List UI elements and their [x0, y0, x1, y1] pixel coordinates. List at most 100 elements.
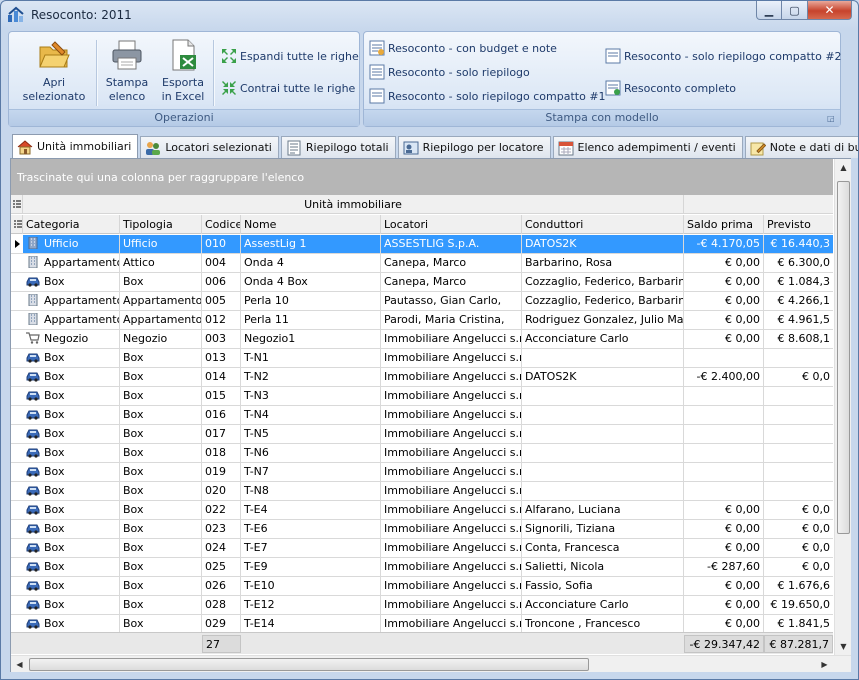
table-row[interactable]: Box Box 015 T-N3 Immobiliare Angelucci s.r.l…: [11, 387, 833, 406]
cell-codice[interactable]: 023: [202, 520, 241, 538]
cell-nome[interactable]: T-N3: [241, 387, 381, 405]
cell-categoria[interactable]: Negozio: [23, 330, 120, 348]
cell-saldo-prima[interactable]: [684, 349, 764, 367]
stampa-elenco-button[interactable]: Stampa elenco: [103, 38, 151, 104]
vertical-scrollbar[interactable]: ▲ ▼: [834, 159, 851, 655]
tab-locatori-selezionati[interactable]: Locatori selezionati: [140, 136, 279, 158]
cell-locatori[interactable]: Immobiliare Angelucci s.r.l.: [381, 596, 522, 614]
cell-conduttori[interactable]: Cozzaglio, Federico, Barbarino,: [522, 273, 684, 291]
cell-categoria[interactable]: Box: [23, 406, 120, 424]
cell-tipologia[interactable]: Box: [120, 539, 202, 557]
cell-codice[interactable]: 029: [202, 615, 241, 632]
scroll-left-icon[interactable]: ◀: [11, 656, 28, 673]
tab-riepilogo-totali[interactable]: Riepilogo totali: [280, 136, 396, 158]
cell-tipologia[interactable]: Box: [120, 368, 202, 386]
cell-nome[interactable]: AssestLig 1: [241, 235, 381, 253]
cell-nome[interactable]: Perla 11: [241, 311, 381, 329]
cell-saldo-prima[interactable]: [684, 406, 764, 424]
cell-nome[interactable]: Onda 4 Box: [241, 273, 381, 291]
row-indicator[interactable]: [11, 349, 23, 367]
cell-saldo-prima[interactable]: [684, 463, 764, 481]
table-row[interactable]: Box Box 006 Onda 4 Box Canepa, Marco Cozzagli…: [11, 273, 833, 292]
table-row[interactable]: Box Box 013 T-N1 Immobiliare Angelucci s.r.l…: [11, 349, 833, 368]
cell-saldo-prima[interactable]: € 0,00: [684, 292, 764, 310]
cell-tipologia[interactable]: Box: [120, 558, 202, 576]
table-row[interactable]: Box Box 016 T-N4 Immobiliare Angelucci s.r.l…: [11, 406, 833, 425]
cell-conduttori[interactable]: Alfarano, Luciana: [522, 501, 684, 519]
cell-nome[interactable]: T-N2: [241, 368, 381, 386]
table-row[interactable]: Box Box 018 T-N6 Immobiliare Angelucci s.r.l…: [11, 444, 833, 463]
cell-locatori[interactable]: Immobiliare Angelucci s.r.l.: [381, 463, 522, 481]
cell-codice[interactable]: 019: [202, 463, 241, 481]
column-header-codice[interactable]: Codice: [202, 215, 241, 234]
cell-tipologia[interactable]: Ufficio: [120, 235, 202, 253]
cell-categoria[interactable]: Appartamento: [23, 254, 120, 272]
cell-previsto[interactable]: € 0,0: [764, 558, 833, 576]
cell-conduttori[interactable]: Troncone , Francesco: [522, 615, 684, 632]
cell-categoria[interactable]: Box: [23, 463, 120, 481]
cell-previsto[interactable]: € 1.084,3: [764, 273, 833, 291]
resoconto-budget-button[interactable]: Resoconto - con budget e note: [369, 38, 557, 58]
cell-locatori[interactable]: Immobiliare Angelucci s.r.l.: [381, 406, 522, 424]
cell-saldo-prima[interactable]: € 0,00: [684, 615, 764, 632]
column-header-saldo-prima[interactable]: Saldo prima: [684, 215, 764, 234]
cell-previsto[interactable]: € 0,0: [764, 520, 833, 538]
cell-conduttori[interactable]: Conta, Francesca: [522, 539, 684, 557]
table-row[interactable]: Box Box 014 T-N2 Immobiliare Angelucci s.r.l…: [11, 368, 833, 387]
cell-locatori[interactable]: Pautasso, Gian Carlo,: [381, 292, 522, 310]
cell-saldo-prima[interactable]: -€ 287,60: [684, 558, 764, 576]
maximize-button[interactable]: ▢: [782, 1, 808, 20]
cell-tipologia[interactable]: Box: [120, 482, 202, 500]
minimize-button[interactable]: ▁: [756, 1, 782, 20]
cell-categoria[interactable]: Ufficio: [23, 235, 120, 253]
cell-previsto[interactable]: [764, 482, 833, 500]
cell-codice[interactable]: 026: [202, 577, 241, 595]
column-header-conduttori[interactable]: Conduttori: [522, 215, 684, 234]
cell-previsto[interactable]: € 16.440,3: [764, 235, 833, 253]
column-header-tipologia[interactable]: Tipologia: [120, 215, 202, 234]
cell-conduttori[interactable]: [522, 463, 684, 481]
cell-nome[interactable]: Perla 10: [241, 292, 381, 310]
row-indicator[interactable]: [11, 482, 23, 500]
cell-categoria[interactable]: Box: [23, 615, 120, 632]
row-indicator[interactable]: [11, 539, 23, 557]
cell-locatori[interactable]: Immobiliare Angelucci s.r.l.: [381, 387, 522, 405]
cell-categoria[interactable]: Box: [23, 577, 120, 595]
vertical-scroll-thumb[interactable]: [837, 181, 850, 534]
cell-saldo-prima[interactable]: [684, 482, 764, 500]
cell-previsto[interactable]: € 6.300,0: [764, 254, 833, 272]
cell-categoria[interactable]: Box: [23, 444, 120, 462]
cell-categoria[interactable]: Box: [23, 425, 120, 443]
cell-nome[interactable]: T-E9: [241, 558, 381, 576]
cell-saldo-prima[interactable]: [684, 444, 764, 462]
cell-locatori[interactable]: Immobiliare Angelucci s.r.l.: [381, 539, 522, 557]
cell-codice[interactable]: 003: [202, 330, 241, 348]
cell-tipologia[interactable]: Attico: [120, 254, 202, 272]
cell-categoria[interactable]: Box: [23, 482, 120, 500]
row-indicator[interactable]: [11, 292, 23, 310]
cell-conduttori[interactable]: DATOS2K: [522, 235, 684, 253]
cell-saldo-prima[interactable]: € 0,00: [684, 254, 764, 272]
row-indicator[interactable]: [11, 596, 23, 614]
horizontal-scrollbar[interactable]: ◀ ▶: [11, 655, 851, 672]
horizontal-scroll-thumb[interactable]: [29, 658, 589, 671]
cell-tipologia[interactable]: Box: [120, 596, 202, 614]
cell-saldo-prima[interactable]: € 0,00: [684, 520, 764, 538]
cell-saldo-prima[interactable]: € 0,00: [684, 311, 764, 329]
cell-tipologia[interactable]: Box: [120, 425, 202, 443]
cell-codice[interactable]: 020: [202, 482, 241, 500]
row-indicator[interactable]: [11, 311, 23, 329]
cell-previsto[interactable]: € 4.961,5: [764, 311, 833, 329]
cell-previsto[interactable]: [764, 406, 833, 424]
row-indicator[interactable]: [11, 425, 23, 443]
cell-conduttori[interactable]: Salietti, Nicola: [522, 558, 684, 576]
cell-codice[interactable]: 018: [202, 444, 241, 462]
cell-locatori[interactable]: Immobiliare Angelucci s.r.l.: [381, 577, 522, 595]
cell-previsto[interactable]: € 0,0: [764, 501, 833, 519]
cell-conduttori[interactable]: [522, 349, 684, 367]
cell-codice[interactable]: 004: [202, 254, 241, 272]
resoconto-riepilogo-button[interactable]: Resoconto - solo riepilogo: [369, 62, 530, 82]
row-indicator[interactable]: [11, 235, 23, 253]
cell-codice[interactable]: 028: [202, 596, 241, 614]
cell-saldo-prima[interactable]: € 0,00: [684, 596, 764, 614]
